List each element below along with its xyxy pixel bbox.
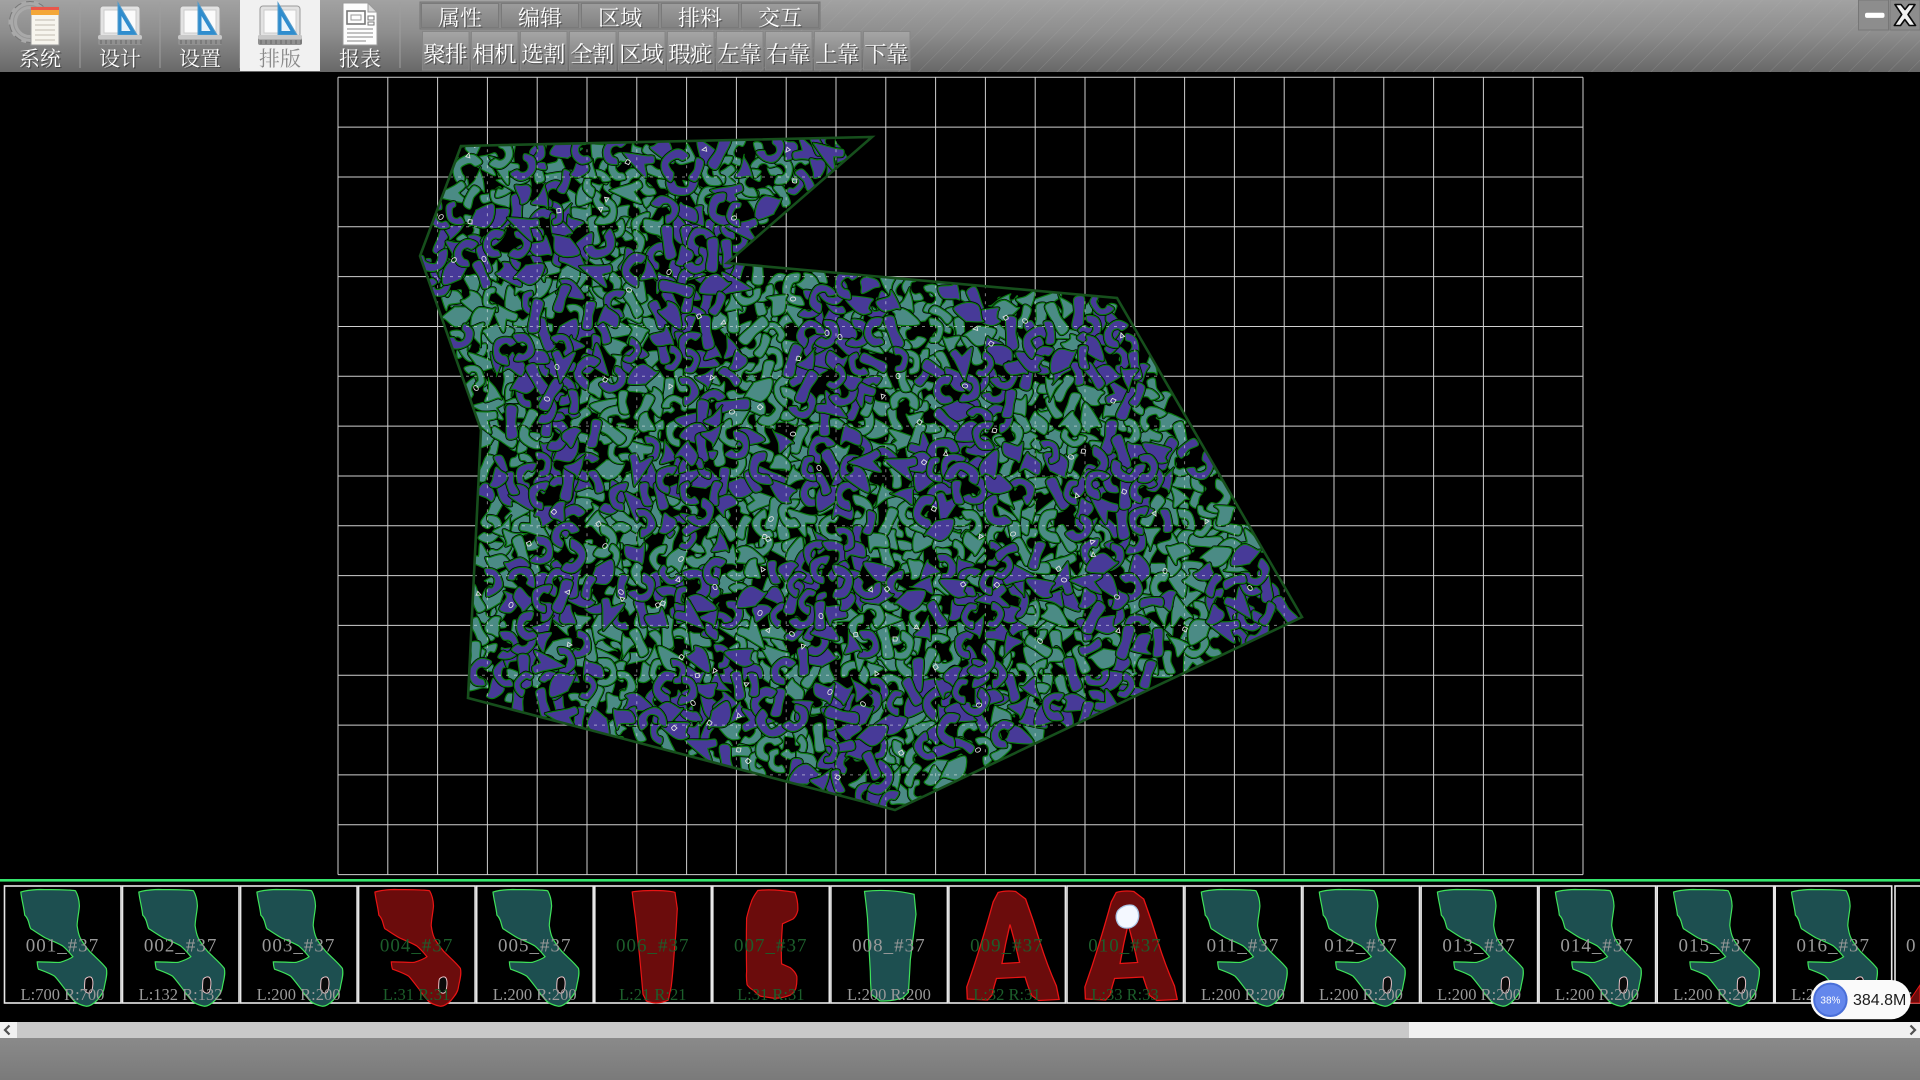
- svg-text:L:200 R:200: L:200 R:200: [1437, 985, 1521, 1004]
- svg-text:010_#37: 010_#37: [1088, 936, 1162, 957]
- svg-text:38%: 38%: [1820, 996, 1840, 1007]
- svg-text:009_#37: 009_#37: [970, 936, 1044, 957]
- svg-text:L:32 R:31: L:32 R:31: [973, 985, 1040, 1004]
- svg-text:007_#37: 007_#37: [734, 936, 808, 957]
- svg-text:L:700 R:700: L:700 R:700: [21, 985, 105, 1004]
- svg-text:384.8M: 384.8M: [1853, 992, 1906, 1009]
- svg-text:016_#37: 016_#37: [1796, 936, 1870, 957]
- svg-text:L:21 R:21: L:21 R:21: [619, 985, 686, 1004]
- svg-text:013_#37: 013_#37: [1442, 936, 1516, 957]
- svg-text:005_#37: 005_#37: [498, 936, 572, 957]
- svg-text:L:33 R:33: L:33 R:33: [1091, 985, 1158, 1004]
- svg-text:004_#37: 004_#37: [380, 936, 454, 957]
- svg-text:006_#37: 006_#37: [616, 936, 690, 957]
- svg-text:L:200 R:200: L:200 R:200: [847, 985, 931, 1004]
- svg-text:L:132 R:132: L:132 R:132: [139, 985, 223, 1004]
- svg-text:008_#37: 008_#37: [852, 936, 926, 957]
- svg-text:003_#37: 003_#37: [262, 936, 336, 957]
- svg-text:002_#37: 002_#37: [144, 936, 218, 957]
- svg-text:015_#37: 015_#37: [1678, 936, 1752, 957]
- svg-text:L:31 R:31: L:31 R:31: [383, 985, 450, 1004]
- svg-text:L:200 R:200: L:200 R:200: [1673, 985, 1757, 1004]
- svg-text:L:200 R:200: L:200 R:200: [493, 985, 577, 1004]
- svg-text:L:200 R:200: L:200 R:200: [1319, 985, 1403, 1004]
- svg-text:L:200 R:200: L:200 R:200: [1201, 985, 1285, 1004]
- svg-text:012_#37: 012_#37: [1324, 936, 1398, 957]
- svg-text:001_#37: 001_#37: [26, 936, 100, 957]
- svg-text:L:200 R:200: L:200 R:200: [1555, 985, 1639, 1004]
- svg-text:L:31 R:31: L:31 R:31: [737, 985, 804, 1004]
- svg-text:014_#37: 014_#37: [1560, 936, 1634, 957]
- svg-text:011_#37: 011_#37: [1207, 936, 1280, 957]
- svg-text:L:200 R:200: L:200 R:200: [257, 985, 341, 1004]
- svg-text:0: 0: [1906, 936, 1916, 957]
